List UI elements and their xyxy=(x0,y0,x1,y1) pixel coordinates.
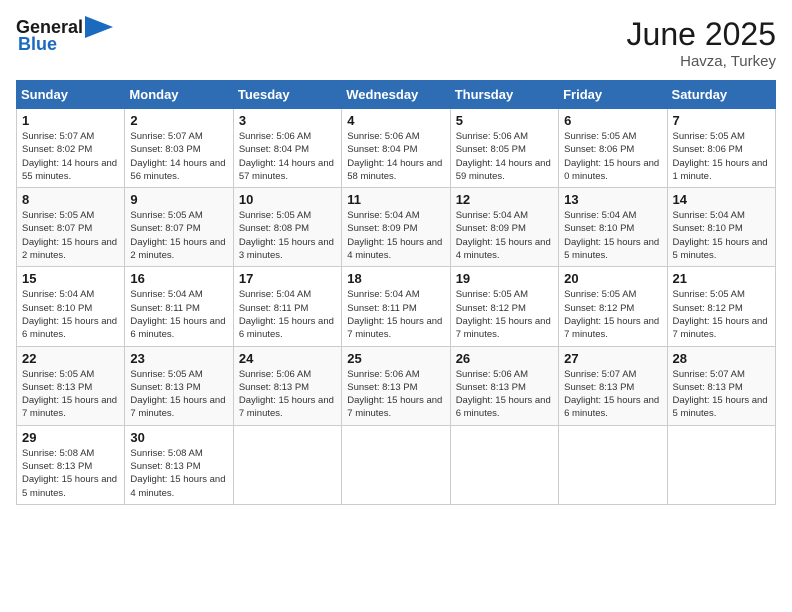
day-cell-22: 22 Sunrise: 5:05 AMSunset: 8:13 PMDaylig… xyxy=(17,346,125,425)
empty-cell-1 xyxy=(233,425,341,504)
day-cell-2: 2 Sunrise: 5:07 AMSunset: 8:03 PMDayligh… xyxy=(125,109,233,188)
day-cell-24: 24 Sunrise: 5:06 AMSunset: 8:13 PMDaylig… xyxy=(233,346,341,425)
day-cell-28: 28 Sunrise: 5:07 AMSunset: 8:13 PMDaylig… xyxy=(667,346,775,425)
day-cell-13: 13 Sunrise: 5:04 AMSunset: 8:10 PMDaylig… xyxy=(559,188,667,267)
header-wednesday: Wednesday xyxy=(342,81,450,109)
calendar-location: Havza, Turkey xyxy=(627,53,776,70)
empty-cell-3 xyxy=(450,425,558,504)
day-cell-10: 10 Sunrise: 5:05 AMSunset: 8:08 PMDaylig… xyxy=(233,188,341,267)
logo-arrow-icon xyxy=(85,16,113,38)
day-cell-26: 26 Sunrise: 5:06 AMSunset: 8:13 PMDaylig… xyxy=(450,346,558,425)
header-tuesday: Tuesday xyxy=(233,81,341,109)
week-row-2: 8 Sunrise: 5:05 AMSunset: 8:07 PMDayligh… xyxy=(17,188,776,267)
day-cell-15: 15 Sunrise: 5:04 AMSunset: 8:10 PMDaylig… xyxy=(17,267,125,346)
day-cell-30: 30 Sunrise: 5:08 AMSunset: 8:13 PMDaylig… xyxy=(125,425,233,504)
day-cell-7: 7 Sunrise: 5:05 AMSunset: 8:06 PMDayligh… xyxy=(667,109,775,188)
header-friday: Friday xyxy=(559,81,667,109)
day-cell-3: 3 Sunrise: 5:06 AMSunset: 8:04 PMDayligh… xyxy=(233,109,341,188)
day-cell-21: 21 Sunrise: 5:05 AMSunset: 8:12 PMDaylig… xyxy=(667,267,775,346)
day-cell-6: 6 Sunrise: 5:05 AMSunset: 8:06 PMDayligh… xyxy=(559,109,667,188)
day-cell-4: 4 Sunrise: 5:06 AMSunset: 8:04 PMDayligh… xyxy=(342,109,450,188)
day-cell-14: 14 Sunrise: 5:04 AMSunset: 8:10 PMDaylig… xyxy=(667,188,775,267)
empty-cell-4 xyxy=(559,425,667,504)
week-row-5: 29 Sunrise: 5:08 AMSunset: 8:13 PMDaylig… xyxy=(17,425,776,504)
header-thursday: Thursday xyxy=(450,81,558,109)
empty-cell-5 xyxy=(667,425,775,504)
day-cell-12: 12 Sunrise: 5:04 AMSunset: 8:09 PMDaylig… xyxy=(450,188,558,267)
calendar-title: June 2025 xyxy=(627,16,776,53)
header-saturday: Saturday xyxy=(667,81,775,109)
logo-blue-text: Blue xyxy=(18,34,57,55)
week-row-4: 22 Sunrise: 5:05 AMSunset: 8:13 PMDaylig… xyxy=(17,346,776,425)
day-cell-1: 1 Sunrise: 5:07 AMSunset: 8:02 PMDayligh… xyxy=(17,109,125,188)
day-cell-29: 29 Sunrise: 5:08 AMSunset: 8:13 PMDaylig… xyxy=(17,425,125,504)
day-cell-18: 18 Sunrise: 5:04 AMSunset: 8:11 PMDaylig… xyxy=(342,267,450,346)
day-cell-20: 20 Sunrise: 5:05 AMSunset: 8:12 PMDaylig… xyxy=(559,267,667,346)
day-cell-17: 17 Sunrise: 5:04 AMSunset: 8:11 PMDaylig… xyxy=(233,267,341,346)
day-cell-5: 5 Sunrise: 5:06 AMSunset: 8:05 PMDayligh… xyxy=(450,109,558,188)
logo: General Blue xyxy=(16,16,113,55)
day-cell-27: 27 Sunrise: 5:07 AMSunset: 8:13 PMDaylig… xyxy=(559,346,667,425)
title-block: June 2025 Havza, Turkey xyxy=(627,16,776,70)
week-row-3: 15 Sunrise: 5:04 AMSunset: 8:10 PMDaylig… xyxy=(17,267,776,346)
day-cell-8: 8 Sunrise: 5:05 AMSunset: 8:07 PMDayligh… xyxy=(17,188,125,267)
day-cell-23: 23 Sunrise: 5:05 AMSunset: 8:13 PMDaylig… xyxy=(125,346,233,425)
day-cell-25: 25 Sunrise: 5:06 AMSunset: 8:13 PMDaylig… xyxy=(342,346,450,425)
day-cell-9: 9 Sunrise: 5:05 AMSunset: 8:07 PMDayligh… xyxy=(125,188,233,267)
empty-cell-2 xyxy=(342,425,450,504)
calendar-table: Sunday Monday Tuesday Wednesday Thursday… xyxy=(16,80,776,505)
day-cell-16: 16 Sunrise: 5:04 AMSunset: 8:11 PMDaylig… xyxy=(125,267,233,346)
weekday-header-row: Sunday Monday Tuesday Wednesday Thursday… xyxy=(17,81,776,109)
day-cell-11: 11 Sunrise: 5:04 AMSunset: 8:09 PMDaylig… xyxy=(342,188,450,267)
week-row-1: 1 Sunrise: 5:07 AMSunset: 8:02 PMDayligh… xyxy=(17,109,776,188)
header-monday: Monday xyxy=(125,81,233,109)
page-header: General Blue June 2025 Havza, Turkey xyxy=(16,16,776,70)
header-sunday: Sunday xyxy=(17,81,125,109)
day-cell-19: 19 Sunrise: 5:05 AMSunset: 8:12 PMDaylig… xyxy=(450,267,558,346)
